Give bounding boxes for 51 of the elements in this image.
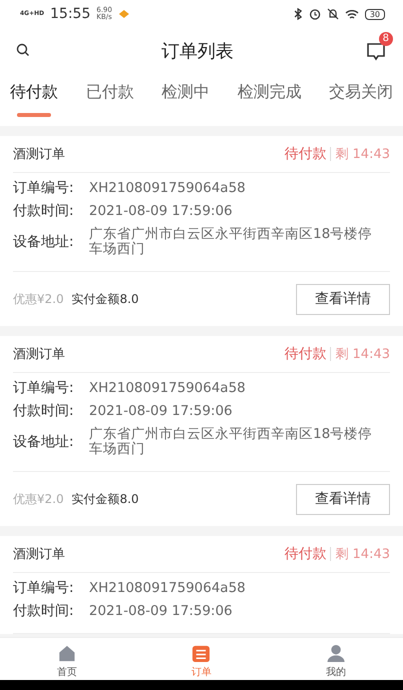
field-label: 设备地址: [13,234,75,250]
field-label: 付款时间: [13,404,75,419]
battery-indicator: 30 [364,8,385,20]
view-details-button[interactable]: 查看详情 [296,484,390,514]
field-value: 广东省广州市白云区永平街西辛南区18号楼停车场西门 [89,227,374,257]
page-title: 订单列表 [162,40,234,63]
order-type: 酒测订单 [13,546,65,563]
paid-amount: 实付金额8.0 [72,290,139,308]
field-value: 广东省广州市白云区永平街西辛南区18号楼停车场西门 [89,427,374,457]
field-value: 2021-08-09 17:59:06 [89,204,232,219]
home-icon [57,644,78,663]
field-value: XH2108091759064a58 [89,181,246,196]
search-icon [16,42,30,56]
discount-text: 优惠¥2.0 [13,290,64,308]
field-label: 付款时间: [13,204,75,219]
bottom-nav-tab[interactable]: 首页 [27,638,108,680]
bell-muted-icon [326,8,339,20]
bottom-nav-tab[interactable]: 我的 [296,638,376,680]
order-status: 待付款 [284,545,326,563]
countdown-text: 剩 14:43 [335,546,390,563]
field-value: 2021-08-09 17:59:06 [89,604,232,619]
profile-icon [326,644,346,663]
discount-text: 优惠¥2.0 [13,490,64,508]
field-label: 订单编号: [13,181,75,196]
field-value: 2021-08-09 17:59:06 [89,404,232,419]
order-status-tab[interactable]: 检测中 [162,74,210,126]
countdown-text: 剩 14:43 [335,346,390,363]
bluetooth-icon [292,8,303,20]
notification-badge: 8 [378,32,393,46]
field-label: 付款时间: [13,604,75,619]
field-label: 设备地址: [13,434,75,450]
field-value: XH2108091759064a58 [89,581,246,596]
order-status-tab[interactable]: 已付款 [86,74,134,126]
message-icon [365,40,387,62]
view-details-button[interactable]: 查看详情 [296,284,390,314]
field-label: 订单编号: [13,381,75,396]
order-status-tab[interactable]: 检测完成 [237,74,302,126]
field-label: 订单编号: [13,581,75,596]
order-type: 酒测订单 [13,146,65,163]
order-status-tab[interactable]: 待付款 [10,74,58,126]
wifi-icon [344,8,359,20]
countdown-text: 剩 14:43 [335,146,390,163]
clock-time: 15:55 [50,6,90,22]
order-status: 待付款 [284,345,326,363]
order-status: 待付款 [284,145,326,163]
order-type: 酒测订单 [13,346,65,363]
field-value: XH2108091759064a58 [89,381,246,396]
alarm-icon [308,8,321,20]
orders-icon [191,644,212,663]
order-status-tab[interactable]: 交易关闭 [329,74,393,126]
paid-amount: 实付金额8.0 [72,490,139,508]
